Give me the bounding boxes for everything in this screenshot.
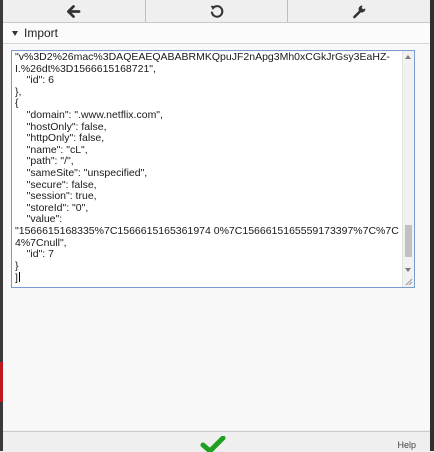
editor-line: "1566615168335%7C1566615165361974 0%7C15…: [15, 224, 399, 237]
editor-line: 4%7Cnull",: [15, 236, 67, 249]
editor-line: "domain": ".www.netflix.com",: [15, 108, 163, 121]
editor-line: }: [15, 259, 19, 272]
editor-line: ]: [15, 272, 18, 285]
checkmark-icon[interactable]: [200, 436, 226, 452]
editor-line: "path": "/",: [15, 155, 74, 168]
editor-line: "storeId": "0",: [15, 201, 89, 214]
import-json-text: "v%3D2%26mac%3DAQEAEQABABRMKQpuJF2nApg3M…: [15, 51, 401, 285]
editor-line: "httpOnly": false,: [15, 132, 105, 145]
editor-line: "session": true,: [15, 190, 97, 203]
right-window-edge: [430, 0, 434, 451]
scroll-up-arrow-icon[interactable]: [405, 55, 411, 59]
editor-line: {: [15, 97, 19, 110]
editor-line: "secure": false,: [15, 178, 97, 191]
import-section-header[interactable]: Import: [3, 23, 430, 44]
help-link[interactable]: Help: [397, 440, 416, 450]
wrench-icon: [352, 5, 366, 18]
back-button[interactable]: [3, 0, 146, 22]
import-content: "v%3D2%26mac%3DAQEAEQABABRMKQpuJF2nApg3M…: [3, 44, 430, 430]
refresh-icon: [210, 4, 224, 18]
editor-line: "name": "cL",: [15, 143, 88, 156]
caret-down-icon: [12, 30, 18, 36]
editor-line: "id": 7: [15, 248, 54, 261]
footer-bar: Help: [3, 431, 430, 452]
cookie-editor-panel: Import "v%3D2%26mac%3DAQEAEQABABRMKQpuJF…: [3, 0, 430, 452]
import-section-title: Import: [24, 26, 59, 40]
editor-line: "v%3D2%26mac%3DAQEAEQABABRMKQpuJF2nApg3M…: [15, 51, 390, 63]
options-button[interactable]: [288, 0, 430, 22]
editor-line: "hostOnly": false,: [15, 120, 107, 133]
resize-grip-icon[interactable]: [404, 277, 413, 286]
import-textarea[interactable]: "v%3D2%26mac%3DAQEAEQABABRMKQpuJF2nApg3M…: [11, 50, 415, 288]
editor-line: },: [15, 85, 22, 98]
scroll-down-arrow-icon[interactable]: [405, 268, 411, 272]
scrollbar-thumb[interactable]: [405, 225, 412, 257]
text-cursor: [18, 272, 20, 283]
editor-line: "id": 6: [15, 74, 54, 87]
editor-line: I.%26dt%3D1566615168721",: [15, 62, 156, 75]
editor-line: "value":: [15, 213, 63, 226]
reset-button[interactable]: [146, 0, 289, 22]
toolbar: [3, 0, 430, 23]
arrow-left-icon: [67, 4, 81, 18]
editor-line: "sameSite": "unspecified",: [15, 166, 148, 179]
editor-scrollbar[interactable]: [402, 51, 414, 287]
